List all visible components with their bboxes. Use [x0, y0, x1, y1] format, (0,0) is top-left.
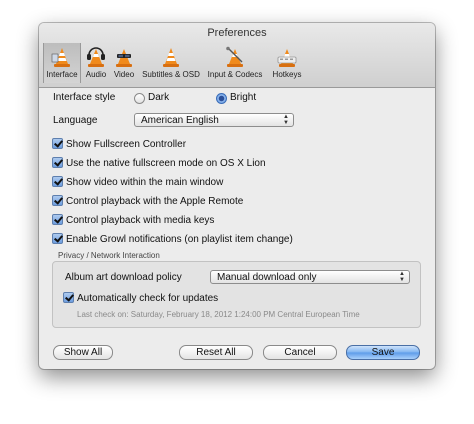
radio-bright-label: Bright	[230, 92, 257, 103]
checkbox-media-keys[interactable]: Control playback with media keys	[52, 214, 214, 228]
checkmark-icon	[52, 214, 63, 225]
tab-video[interactable]: Video	[111, 43, 137, 83]
preferences-window: Preferences Interface Audio Video Subtit…	[39, 23, 435, 369]
tab-video-label: Video	[113, 70, 135, 79]
show-all-button[interactable]: Show All	[53, 345, 113, 360]
tab-input-codecs-label: Input & Codecs	[207, 70, 263, 79]
popup-arrows-icon: ▲ ▼	[399, 271, 405, 283]
subtitles-icon	[163, 48, 179, 67]
checkbox-label: Use the native fullscreen mode on OS X L…	[66, 158, 266, 169]
tab-subtitles-label: Subtitles & OSD	[142, 70, 200, 79]
hotkeys-icon	[277, 49, 297, 67]
checkmark-icon	[52, 233, 63, 244]
interface-style-label: Interface style	[53, 92, 116, 103]
privacy-group-title: Privacy / Network Interaction	[58, 251, 160, 260]
tab-subtitles-osd[interactable]: Subtitles & OSD	[139, 43, 203, 83]
checkbox-label: Show video within the main window	[66, 177, 224, 188]
checkmark-icon	[63, 292, 74, 303]
checkbox-auto-update[interactable]: Automatically check for updates	[63, 292, 218, 306]
tab-hotkeys[interactable]: Hotkeys	[267, 43, 307, 83]
radio-bright[interactable]	[216, 93, 227, 104]
tab-audio[interactable]: Audio	[83, 43, 109, 83]
tab-input-codecs[interactable]: Input & Codecs	[205, 43, 265, 83]
cancel-button[interactable]: Cancel	[263, 345, 337, 360]
checkbox-video-in-main-window[interactable]: Show video within the main window	[52, 176, 223, 190]
tab-interface[interactable]: Interface	[43, 43, 81, 83]
checkmark-icon	[52, 157, 63, 168]
checkbox-label: Control playback with media keys	[66, 215, 215, 226]
checkmark-icon	[52, 195, 63, 206]
video-icon	[116, 49, 132, 67]
checkmark-icon	[52, 138, 63, 149]
radio-dark-label: Dark	[148, 92, 170, 103]
checkbox-show-fullscreen-controller[interactable]: Show Fullscreen Controller	[52, 138, 186, 152]
checkbox-growl-notifications[interactable]: Enable Growl notifications (on playlist …	[52, 233, 293, 247]
language-select[interactable]: American English ▲ ▼	[134, 113, 294, 127]
auto-update-label: Automatically check for updates	[77, 293, 219, 304]
album-art-select[interactable]: Manual download only ▲ ▼	[210, 270, 410, 284]
tab-hotkeys-label: Hotkeys	[272, 70, 302, 79]
input-codecs-icon	[226, 46, 243, 67]
reset-all-button[interactable]: Reset All	[179, 345, 253, 360]
radio-dark[interactable]	[134, 93, 145, 104]
checkbox-label: Control playback with the Apple Remote	[66, 196, 244, 207]
toolbar: Preferences Interface Audio Video Subtit…	[39, 23, 435, 88]
audio-icon	[87, 47, 105, 67]
save-button[interactable]: Save	[346, 345, 420, 360]
privacy-group: Album art download policy Manual downloa…	[52, 261, 421, 328]
tab-audio-label: Audio	[85, 70, 107, 79]
language-value: American English	[141, 115, 219, 126]
checkbox-apple-remote[interactable]: Control playback with the Apple Remote	[52, 195, 243, 209]
checkbox-label: Enable Growl notifications (on playlist …	[66, 234, 293, 245]
interface-icon	[51, 48, 70, 67]
language-label: Language	[53, 115, 98, 126]
checkmark-icon	[52, 176, 63, 187]
checkbox-native-fullscreen[interactable]: Use the native fullscreen mode on OS X L…	[52, 157, 266, 171]
checkbox-label: Show Fullscreen Controller	[66, 139, 187, 150]
tab-interface-label: Interface	[46, 70, 78, 79]
album-art-label: Album art download policy	[65, 272, 182, 283]
popup-arrows-icon: ▲ ▼	[283, 114, 289, 126]
window-title: Preferences	[207, 27, 267, 39]
album-art-value: Manual download only	[217, 272, 317, 283]
last-check-text: Last check on: Saturday, February 18, 20…	[77, 310, 360, 319]
